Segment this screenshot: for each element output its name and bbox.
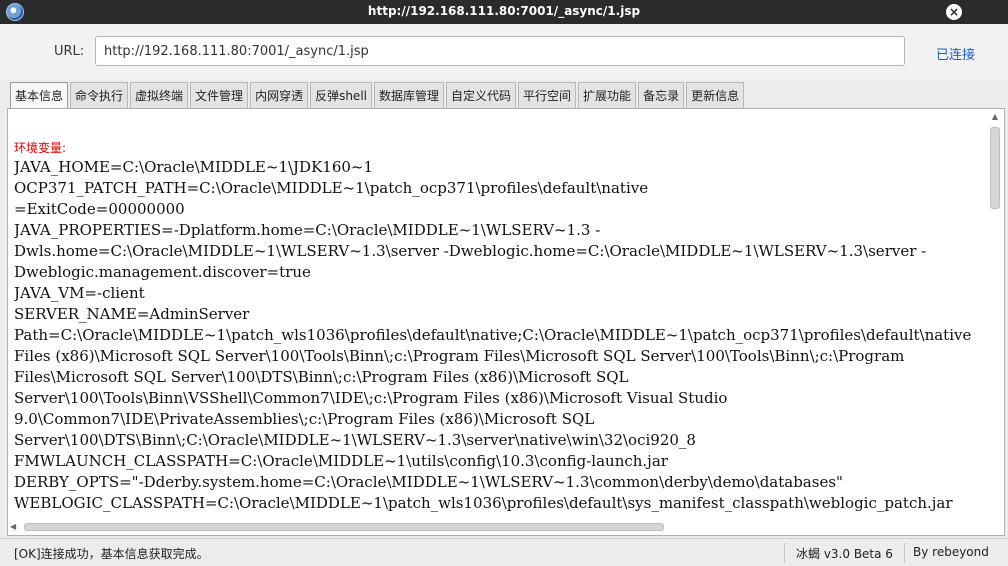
env-line: Dwls.home=C:\Oracle\MIDDLE~1\WLSERV~1.3\… [14, 242, 927, 260]
env-line: DERBY_OPTS="-Dderby.system.home=C:\Oracl… [14, 473, 843, 491]
url-input[interactable] [95, 36, 905, 66]
env-line: Server\100\DTS\Binn\;C:\Oracle\MIDDLE~1\… [14, 431, 696, 449]
close-icon[interactable]: × [946, 4, 962, 20]
env-line: Path=C:\Oracle\MIDDLE~1\patch_wls1036\pr… [14, 326, 972, 344]
tab-basic-info[interactable]: 基本信息 [10, 82, 69, 109]
tab-parallel-space[interactable]: 平行空间 [518, 82, 577, 108]
horizontal-scrollbar[interactable]: ◀ [10, 521, 986, 533]
env-vars-text: JAVA_HOME=C:\Oracle\MIDDLE~1\JDK160~1 OC… [14, 157, 989, 514]
tab-extensions[interactable]: 扩展功能 [578, 82, 637, 108]
status-divider [784, 543, 785, 563]
env-line: Dweblogic.management.discover=true [14, 263, 311, 281]
env-line: OCP371_PATCH_PATH=C:\Oracle\MIDDLE~1\pat… [14, 179, 649, 197]
version-label: 冰蝎 v3.0 Beta 6 [796, 547, 893, 561]
info-panel[interactable]: 环境变量: JAVA_HOME=C:\Oracle\MIDDLE~1\JDK16… [7, 108, 1005, 536]
tab-memo[interactable]: 备忘录 [638, 82, 685, 108]
url-row: URL: 已连接 [0, 24, 1008, 80]
env-line: JAVA_VM=-client [14, 284, 145, 302]
window-title: http://192.168.111.80:7001/_async/1.jsp [367, 4, 641, 18]
status-bar: [OK]连接成功，基本信息获取完成。 冰蝎 v3.0 Beta 6 By reb… [0, 538, 1008, 566]
tab-command-exec[interactable]: 命令执行 [70, 82, 129, 108]
tab-file-manager[interactable]: 文件管理 [190, 82, 249, 108]
vertical-scroll-thumb[interactable] [990, 127, 1000, 209]
tab-virtual-terminal[interactable]: 虚拟终端 [130, 82, 189, 108]
scroll-up-icon[interactable]: ▲ [988, 111, 1002, 123]
env-line: JAVA_HOME=C:\Oracle\MIDDLE~1\JDK160~1 [14, 158, 374, 176]
env-line: Files\Microsoft SQL Server\100\DTS\Binn\… [14, 368, 629, 386]
env-line: =ExitCode=00000000 [14, 200, 185, 218]
tab-database-manager[interactable]: 数据库管理 [374, 82, 445, 108]
status-divider [904, 543, 905, 563]
horizontal-scroll-thumb[interactable] [24, 523, 664, 531]
env-line: 9.0\Common7\IDE\PrivateAssemblies\;c:\Pr… [14, 410, 595, 428]
env-line: WEBLOGIC_CLASSPATH=C:\Oracle\MIDDLE~1\pa… [14, 494, 953, 512]
env-line: SERVER_NAME=AdminServer [14, 305, 250, 323]
env-line: Server\100\Tools\Binn\VSShell\Common7\ID… [14, 389, 728, 407]
env-line: Files (x86)\Microsoft SQL Server\100\Too… [14, 347, 905, 365]
tab-custom-code[interactable]: 自定义代码 [446, 82, 517, 108]
vertical-scrollbar[interactable]: ▲ [988, 111, 1002, 519]
tab-intranet-tunnel[interactable]: 内网穿透 [250, 82, 309, 108]
author-label: By rebeyond [913, 545, 989, 559]
scroll-left-icon[interactable]: ◀ [10, 521, 16, 533]
env-line: FMWLAUNCH_CLASSPATH=C:\Oracle\MIDDLE~1\u… [14, 452, 668, 470]
tab-reverse-shell[interactable]: 反弹shell [310, 82, 372, 108]
connection-status: 已连接 [936, 48, 976, 63]
env-vars-label: 环境变量: [14, 141, 67, 155]
tab-bar: 基本信息 命令执行 虚拟终端 文件管理 内网穿透 反弹shell 数据库管理 自… [10, 82, 746, 109]
tab-update-info[interactable]: 更新信息 [686, 82, 745, 108]
env-line: JAVA_PROPERTIES=-Dplatform.home=C:\Oracl… [14, 221, 601, 239]
status-message: [OK]连接成功，基本信息获取完成。 [14, 547, 209, 561]
title-bar: http://192.168.111.80:7001/_async/1.jsp … [0, 0, 1008, 24]
url-label: URL: [54, 44, 85, 59]
